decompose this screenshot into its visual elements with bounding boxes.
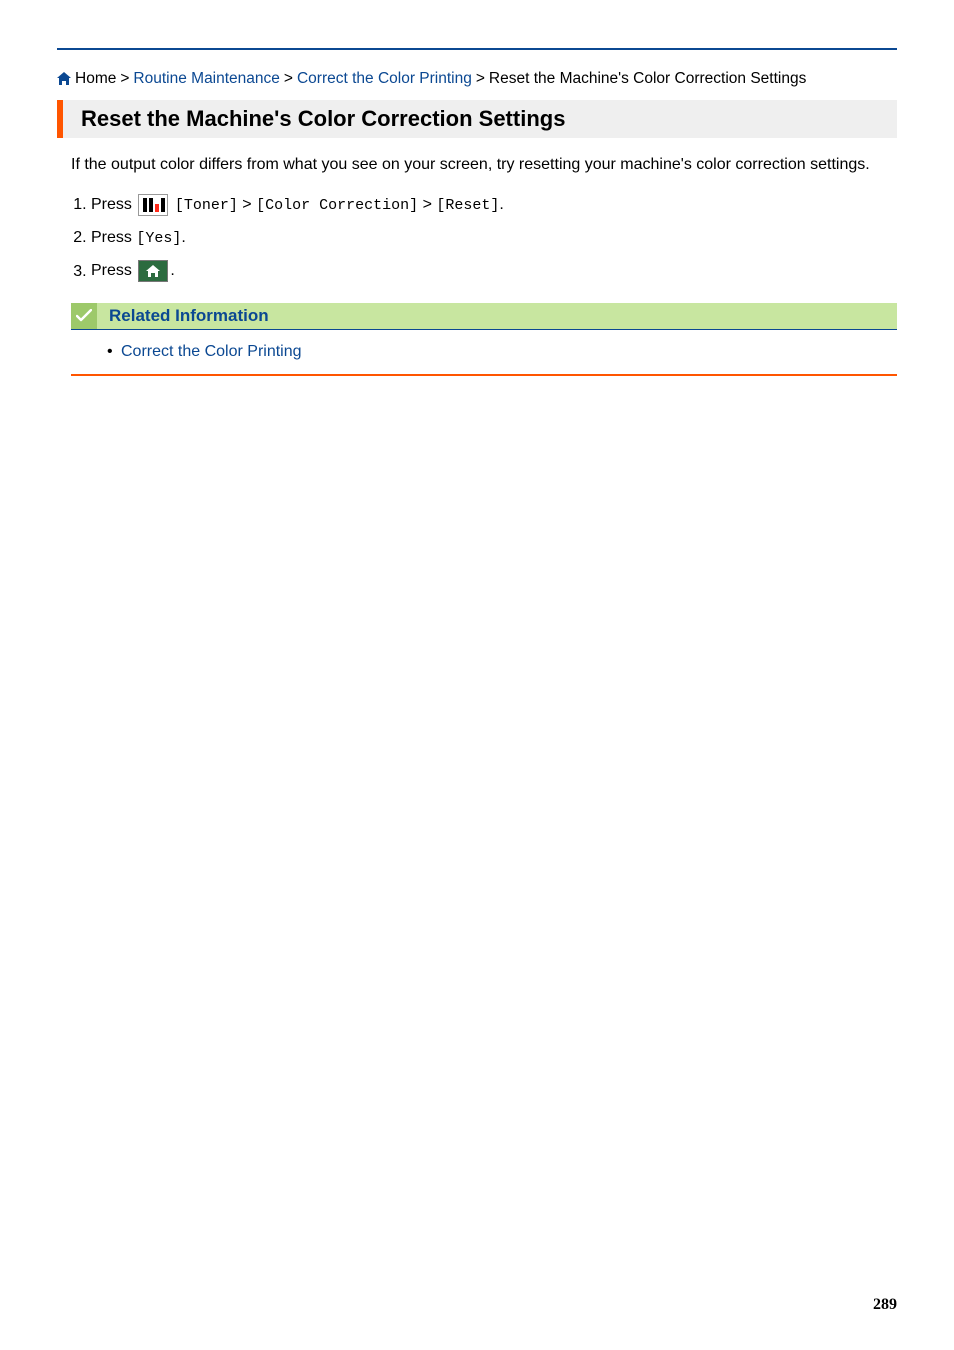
toner-icon <box>138 194 168 216</box>
breadcrumb-item-1[interactable]: Correct the Color Printing <box>297 68 472 90</box>
step2-period: . <box>181 229 185 246</box>
page-number: 289 <box>873 1296 897 1314</box>
step2-press: Press <box>91 229 132 246</box>
step1-press: Press <box>91 196 132 213</box>
related-bottom-rule <box>71 374 897 376</box>
breadcrumb-item-0[interactable]: Routine Maintenance <box>133 68 280 90</box>
intro-text: If the output color differs from what yo… <box>71 154 897 176</box>
breadcrumb: Home > Routine Maintenance > Correct the… <box>57 68 897 90</box>
related-title-cell: Related Information <box>97 303 897 329</box>
related-link-0[interactable]: Correct the Color Printing <box>107 340 897 364</box>
breadcrumb-sep: > <box>284 68 293 90</box>
step2-yes: [Yes] <box>136 230 181 247</box>
step-3: Press . <box>91 260 897 282</box>
title-block: Reset the Machine's Color Correction Set… <box>57 100 897 138</box>
breadcrumb-sep: > <box>120 68 129 90</box>
related-list: Correct the Color Printing <box>71 330 897 374</box>
home-icon[interactable] <box>57 72 71 85</box>
steps-list: Press [Toner] > [Color Correction] > [Re… <box>57 194 897 282</box>
page-title: Reset the Machine's Color Correction Set… <box>81 106 887 132</box>
top-rule <box>57 48 897 50</box>
page-container: Home > Routine Maintenance > Correct the… <box>0 0 954 1350</box>
breadcrumb-home[interactable]: Home <box>75 68 116 90</box>
step1-color-correction: [Color Correction] <box>256 197 418 214</box>
breadcrumb-item-2: Reset the Machine's Color Correction Set… <box>489 68 806 90</box>
check-icon <box>71 303 97 329</box>
step-2: Press [Yes]. <box>91 227 897 250</box>
step1-reset: [Reset] <box>436 197 499 214</box>
step3-period: . <box>170 263 174 280</box>
step1-period: . <box>499 196 503 213</box>
step1-gt2: > <box>423 196 432 213</box>
step1-gt1: > <box>242 196 251 213</box>
step1-toner: [Toner] <box>175 197 238 214</box>
breadcrumb-sep: > <box>476 68 485 90</box>
related-information-block: Related Information Correct the Color Pr… <box>71 303 897 376</box>
related-heading: Related Information <box>109 306 885 326</box>
related-header: Related Information <box>71 303 897 329</box>
step-1: Press [Toner] > [Color Correction] > [Re… <box>91 194 897 217</box>
home-button-icon <box>138 260 168 282</box>
step3-press: Press <box>91 263 132 280</box>
